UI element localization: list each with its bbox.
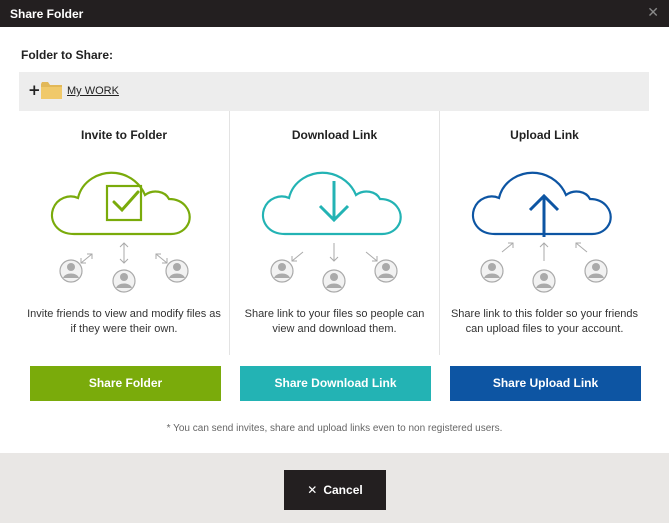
download-link-panel: Download Link Share link to your files s… — [229, 111, 439, 355]
dialog-title: Share Folder — [10, 7, 84, 21]
close-icon: ✕ — [307, 483, 318, 497]
dialog-titlebar: Share Folder ✕ — [0, 0, 669, 27]
folder-row: + My WORK — [19, 72, 649, 111]
folder-icon — [41, 82, 62, 99]
share-folder-button[interactable]: Share Folder — [30, 366, 221, 401]
close-icon[interactable]: ✕ — [647, 5, 659, 21]
cancel-label: Cancel — [323, 483, 363, 497]
invite-to-folder-panel: Invite to Folder Invite friends to view … — [19, 111, 229, 355]
share-download-link-button[interactable]: Share Download Link — [240, 366, 431, 401]
share-upload-link-button[interactable]: Share Upload Link — [450, 366, 641, 401]
upload-description: Share link to this folder so your friend… — [450, 308, 639, 335]
cloud-check-icon — [50, 171, 191, 293]
invite-heading: Invite to Folder — [80, 128, 167, 142]
invite-description: Invite friends to view and modify files … — [27, 308, 221, 335]
download-description: Share link to your files so people can v… — [244, 308, 425, 335]
download-heading: Download Link — [291, 128, 378, 142]
upload-link-panel: Upload Link Share link to this folder so… — [439, 111, 649, 355]
dialog-footer: ✕ Cancel — [0, 453, 669, 523]
cloud-upload-icon — [471, 171, 612, 293]
footnote: * You can send invites, share and upload… — [166, 423, 503, 434]
cancel-button[interactable]: ✕ Cancel — [284, 470, 386, 510]
cloud-download-icon — [261, 171, 402, 293]
expand-icon[interactable]: + — [28, 81, 41, 99]
upload-heading: Upload Link — [510, 128, 579, 142]
folder-to-share-label: Folder to Share: — [21, 48, 114, 62]
folder-name-link[interactable]: My WORK — [67, 85, 119, 97]
